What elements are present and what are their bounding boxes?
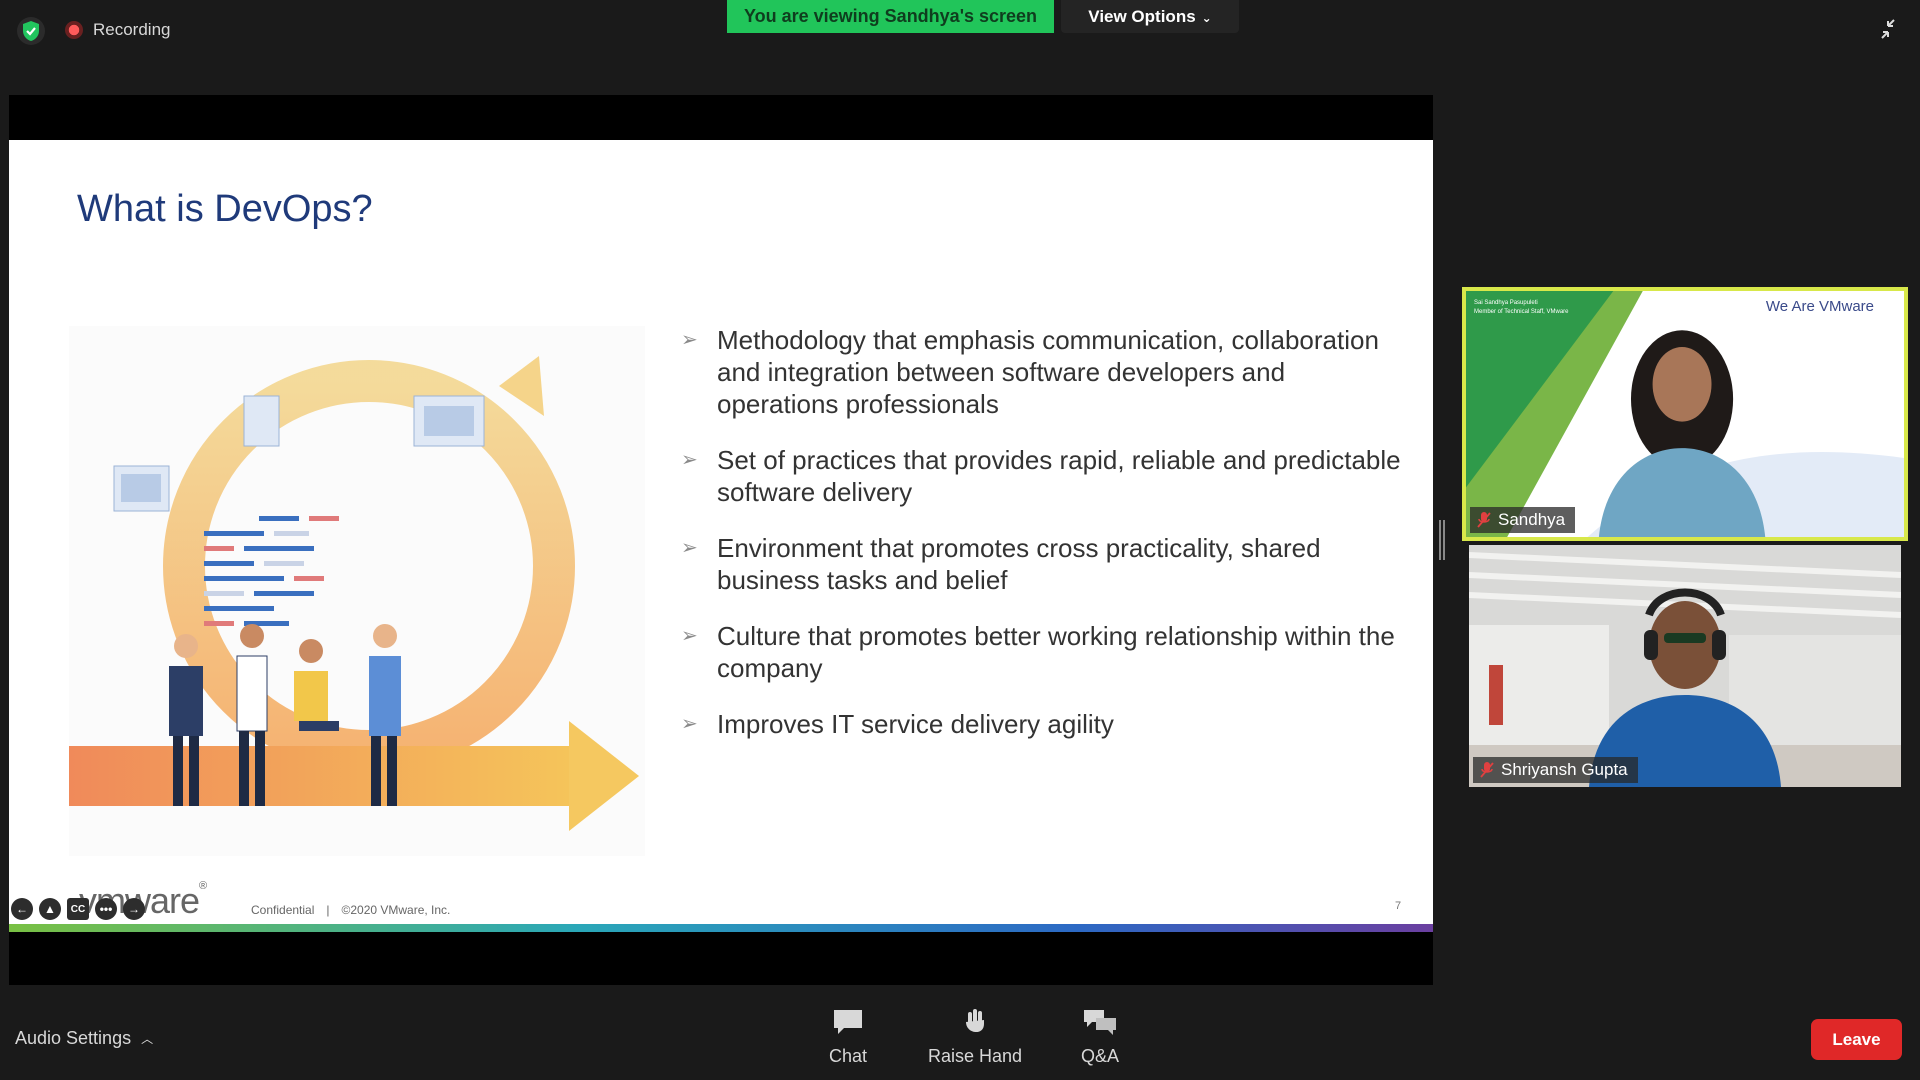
bullet-text: Environment that promotes cross practica…	[717, 533, 1321, 595]
virtual-background	[1466, 291, 1904, 537]
previous-slide-button[interactable]: ←	[11, 898, 33, 920]
office-background	[1469, 545, 1901, 787]
recording-dot-icon	[65, 21, 83, 39]
participant-name-tag: Shriyansh Gupta	[1473, 757, 1638, 783]
list-item: ➢ Improves IT service delivery agility	[681, 708, 1401, 740]
name-card-line1: Sai Sandhya Pasupuleti	[1474, 300, 1538, 306]
raise-hand-label: Raise Hand	[928, 1046, 1023, 1066]
chat-icon	[834, 1010, 863, 1034]
recording-indicator[interactable]: Recording	[65, 17, 171, 43]
shared-screen: What is DevOps? ➢ Methodology that empha…	[9, 95, 1433, 985]
view-options-label: View Options	[1088, 6, 1196, 26]
recording-label: Recording	[93, 20, 171, 39]
audio-settings-label: Audio Settings	[15, 1028, 132, 1048]
name-card-overlay: Sai Sandhya Pasupuleti Member of Technic…	[1474, 299, 1614, 317]
participant-name: Shriyansh Gupta	[1501, 760, 1628, 779]
mic-muted-icon	[1477, 512, 1491, 528]
qa-button[interactable]: Q&A	[1081, 1006, 1119, 1067]
bullet-text: Improves IT service delivery agility	[717, 709, 1114, 739]
slide-page-number: 7	[1395, 900, 1402, 912]
bullet-text: Culture that promotes better working rel…	[717, 621, 1395, 683]
bullet-arrow-icon: ➢	[681, 537, 698, 559]
slide-footer: Confidential | ©2020 VMware, Inc.	[251, 903, 450, 917]
chevron-up-icon: ︿	[141, 1032, 154, 1046]
raise-hand-button[interactable]: Raise Hand	[928, 1006, 1022, 1067]
slide-gradient-bar	[9, 924, 1433, 932]
bullet-arrow-icon: ➢	[681, 329, 698, 351]
list-item: ➢ Environment that promotes cross practi…	[681, 532, 1401, 596]
viewing-screen-banner: You are viewing Sandhya's screen	[727, 0, 1054, 33]
next-slide-button[interactable]: →	[123, 898, 145, 920]
vmware-logo-reg: ®	[199, 880, 207, 892]
footer-separator: |	[326, 903, 330, 917]
bullet-arrow-icon: ➢	[681, 449, 698, 471]
bullet-text: Set of practices that provides rapid, re…	[717, 445, 1401, 507]
bullet-arrow-icon: ➢	[681, 625, 698, 647]
list-item: ➢ Set of practices that provides rapid, …	[681, 444, 1401, 508]
video-tile-shriyansh-gupta[interactable]: Shriyansh Gupta	[1469, 545, 1901, 787]
panel-resize-handle[interactable]	[1439, 520, 1445, 560]
view-options-button[interactable]: View Options ⌄	[1061, 0, 1239, 33]
leave-button[interactable]: Leave	[1811, 1019, 1902, 1060]
bullet-list: ➢ Methodology that emphasis communicatio…	[681, 324, 1401, 764]
more-options-button[interactable]: •••	[95, 898, 117, 920]
qa-label: Q&A	[1081, 1046, 1120, 1066]
footer-copyright: ©2020 VMware, Inc.	[341, 903, 451, 917]
chevron-down-icon: ⌄	[1201, 10, 1212, 25]
qa-icon	[1084, 1010, 1116, 1035]
slide-title: What is DevOps?	[77, 188, 373, 230]
list-item: ➢ Methodology that emphasis communicatio…	[681, 324, 1401, 420]
footer-confidential: Confidential	[251, 903, 315, 917]
exit-fullscreen-icon[interactable]	[1872, 14, 1906, 44]
presentation-slide: What is DevOps? ➢ Methodology that empha…	[9, 140, 1433, 932]
slide-controls: ← ▲ CC ••• →	[11, 898, 145, 920]
pointer-tool-button[interactable]: ▲	[39, 898, 61, 920]
chat-label: Chat	[829, 1046, 868, 1066]
name-card-line2: Member of Technical Staff, VMware	[1474, 309, 1569, 315]
devops-illustration	[69, 326, 645, 856]
bullet-text: Methodology that emphasis communication,…	[717, 325, 1379, 419]
mic-muted-icon	[1480, 762, 1494, 778]
bullet-arrow-icon: ➢	[681, 713, 698, 735]
raise-hand-icon	[966, 1009, 985, 1033]
background-overlay-title: We Are VMware	[1765, 298, 1874, 315]
audio-settings-button[interactable]: Audio Settings ︿	[15, 1028, 153, 1049]
captions-button[interactable]: CC	[67, 898, 89, 920]
video-tile-sandhya[interactable]: Sai Sandhya Pasupuleti Member of Technic…	[1462, 287, 1908, 541]
list-item: ➢ Culture that promotes better working r…	[681, 620, 1401, 684]
participant-name-tag: Sandhya	[1470, 507, 1576, 533]
participant-name: Sandhya	[1498, 510, 1566, 529]
security-shield-icon[interactable]	[16, 16, 46, 46]
chat-button[interactable]: Chat	[829, 1006, 867, 1067]
